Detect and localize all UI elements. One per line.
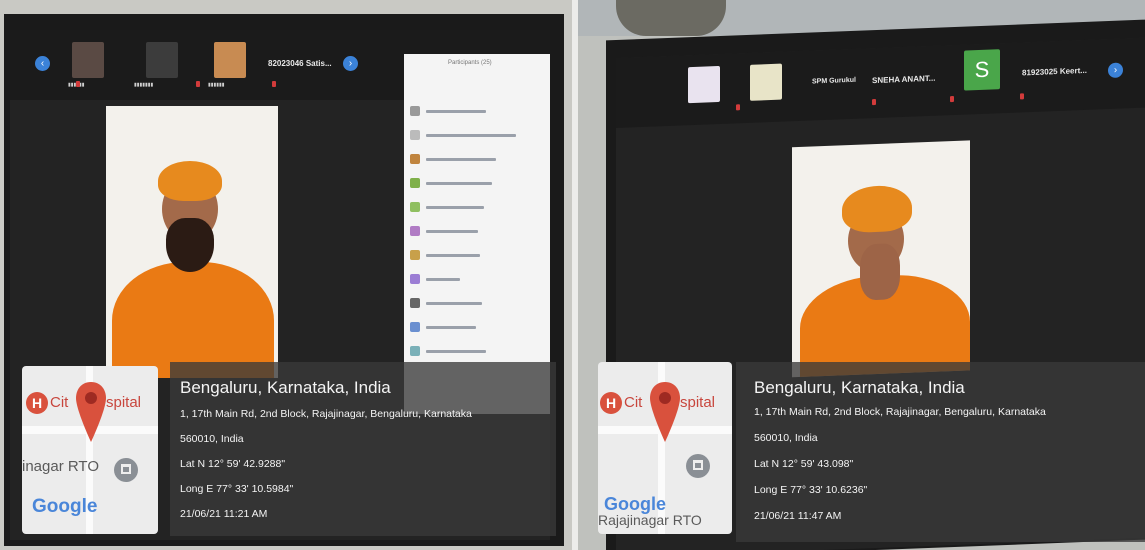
photo-left: ‹ ▮▮▮▮▮▮ ▮▮▮▮▮▮▮ ▮▮▮▮▮▮ 82023046 Satis..… xyxy=(0,0,572,550)
next-page-icon[interactable]: › xyxy=(1108,62,1123,79)
participant-label: ▮▮▮▮▮▮▮ xyxy=(134,82,154,88)
location-pin-icon xyxy=(76,382,106,442)
map-hospital-label-a: Cit xyxy=(624,394,643,411)
participant-thumbnail[interactable] xyxy=(214,42,246,78)
participants-panel-title: Participants (25) xyxy=(448,60,492,66)
participant-row[interactable] xyxy=(410,106,544,118)
geo-longitude: Long E 77° 33' 10.6236" xyxy=(754,484,868,496)
geo-overlay: Bengaluru, Karnataka, India 1, 17th Main… xyxy=(170,362,556,536)
map-hospital-label-b: spital xyxy=(106,394,142,411)
mic-muted-icon xyxy=(1020,93,1024,100)
photo-right: SPM Gurukul SNEHA ANANT... S 81923025 Ke… xyxy=(578,0,1145,550)
participant-row[interactable] xyxy=(410,202,544,214)
participant-strip: SPM Gurukul SNEHA ANANT... S 81923025 Ke… xyxy=(616,37,1145,128)
geo-city: Bengaluru, Karnataka, India xyxy=(754,378,965,397)
participant-name: 81923025 Keert... xyxy=(1022,65,1087,78)
speaker-turban xyxy=(842,184,912,234)
museum-icon xyxy=(686,454,710,478)
mic-muted-icon xyxy=(872,98,876,106)
map-rto-label: inagar RTO xyxy=(22,458,99,475)
prev-page-icon[interactable]: ‹ xyxy=(35,56,50,71)
geo-city: Bengaluru, Karnataka, India xyxy=(180,378,391,397)
background-plant xyxy=(616,0,726,36)
participant-row[interactable] xyxy=(410,154,544,166)
speaker-turban xyxy=(158,161,222,201)
geo-postal: 560010, India xyxy=(180,433,244,445)
museum-icon xyxy=(114,458,138,482)
mic-muted-icon xyxy=(196,81,200,87)
participant-thumbnail[interactable] xyxy=(688,65,720,104)
location-pin-icon xyxy=(650,382,680,442)
mic-muted-icon xyxy=(76,81,80,87)
speaker-robe xyxy=(112,262,274,378)
geo-overlay: Bengaluru, Karnataka, India 1, 17th Main… xyxy=(736,362,1145,542)
speaker-video xyxy=(792,140,970,378)
participant-thumbnail[interactable] xyxy=(72,42,104,78)
geo-address: 1, 17th Main Rd, 2nd Block, Rajajinagar,… xyxy=(180,408,472,420)
participant-row[interactable] xyxy=(410,274,544,286)
speaker-video xyxy=(106,106,278,378)
mic-muted-icon xyxy=(272,81,276,87)
participant-name: SPM Gurukul xyxy=(812,76,856,86)
participant-thumbnail[interactable] xyxy=(750,63,782,101)
google-logo: Google xyxy=(32,496,97,518)
participant-row[interactable] xyxy=(410,298,544,310)
mic-muted-icon xyxy=(950,95,954,103)
geo-timestamp: 21/06/21 11:47 AM xyxy=(754,510,842,522)
geo-latitude: Lat N 12° 59' 42.9288" xyxy=(180,458,286,470)
participants-panel: Participants (25) xyxy=(404,54,550,414)
geo-longitude: Long E 77° 33' 10.5984" xyxy=(180,483,294,495)
map-hospital-label-b: spital xyxy=(680,394,716,411)
geo-timestamp: 21/06/21 11:21 AM xyxy=(180,508,268,520)
map-thumbnail: H Cit spital inagar RTO Google xyxy=(22,366,158,534)
participant-row[interactable] xyxy=(410,346,544,358)
speaker-beard xyxy=(166,218,214,272)
mic-muted-icon xyxy=(736,104,740,111)
participant-name: 82023046 Satis... xyxy=(268,59,332,68)
participant-name: SNEHA ANANT... xyxy=(872,73,936,86)
google-logo-text: Google xyxy=(32,496,98,517)
participant-row[interactable] xyxy=(410,130,544,142)
avatar-initial: S xyxy=(974,56,990,83)
next-page-icon[interactable]: › xyxy=(343,56,358,71)
participant-thumbnail[interactable] xyxy=(146,42,178,78)
participant-avatar[interactable]: S xyxy=(964,49,1000,91)
geo-postal: 560010, India xyxy=(754,432,818,444)
geo-address: 1, 17th Main Rd, 2nd Block, Rajajinagar,… xyxy=(754,406,1046,418)
participant-row[interactable] xyxy=(410,178,544,190)
hospital-icon: H xyxy=(600,392,622,414)
google-logo-text: Google xyxy=(604,494,666,514)
geo-latitude: Lat N 12° 59' 43.098" xyxy=(754,458,854,470)
participant-row[interactable] xyxy=(410,322,544,334)
map-thumbnail: H Cit spital Google Rajajinagar RTO xyxy=(598,362,732,534)
participant-label: ▮▮▮▮▮▮ xyxy=(208,82,225,88)
map-hospital-label-a: Cit xyxy=(50,394,69,411)
participant-row[interactable] xyxy=(410,250,544,262)
speaker-hand xyxy=(860,243,900,301)
participant-row[interactable] xyxy=(410,226,544,238)
map-rto-label: Rajajinagar RTO xyxy=(598,512,702,528)
hospital-icon: H xyxy=(26,392,48,414)
